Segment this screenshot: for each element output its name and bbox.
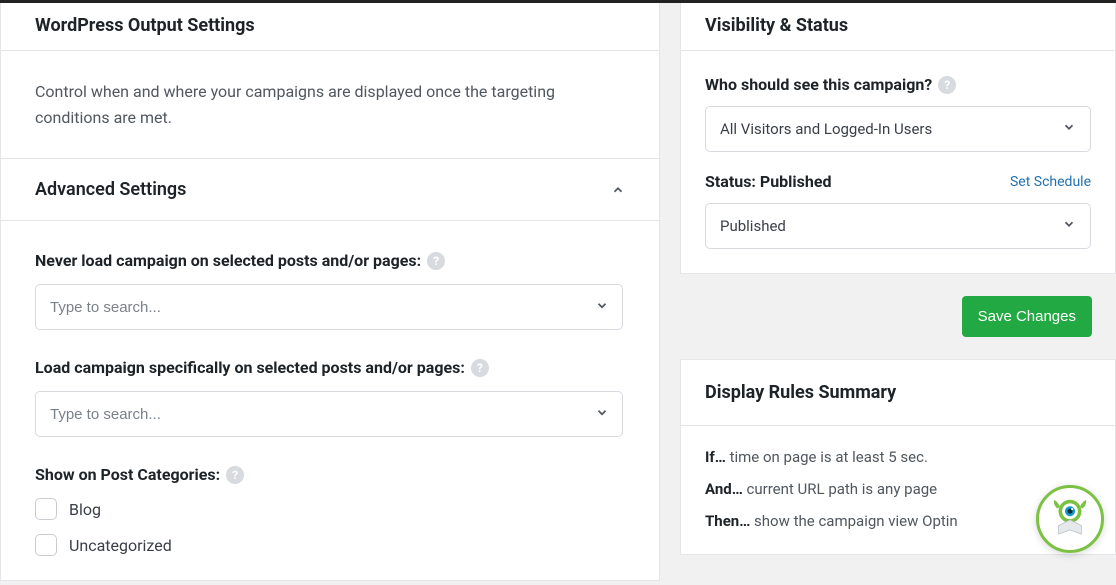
category-checkbox-uncategorized[interactable] — [35, 534, 57, 556]
main-column: WordPress Output Settings Control when a… — [0, 3, 660, 585]
rule-prefix: Then… — [705, 512, 750, 530]
categories-label: Show on Post Categories: — [35, 465, 220, 484]
output-settings-title: WordPress Output Settings — [35, 15, 625, 36]
never-load-input[interactable] — [35, 284, 623, 330]
rule-text: time on page is at least 5 sec. — [726, 448, 928, 466]
categories-field: Show on Post Categories: ? Blog Uncatego… — [35, 465, 625, 556]
status-label: Status: Published — [705, 172, 831, 191]
rules-header: Display Rules Summary — [681, 360, 1115, 426]
rule-line-and: And… current URL path is any page — [705, 480, 1091, 498]
category-label: Blog — [69, 500, 101, 519]
save-bar: Save Changes — [680, 274, 1116, 359]
who-select[interactable]: All Visitors and Logged-In Users — [705, 106, 1091, 152]
category-checkbox-blog[interactable] — [35, 498, 57, 520]
rule-text: current URL path is any page — [743, 480, 937, 498]
load-specific-input[interactable] — [35, 391, 623, 437]
visibility-body: Who should see this campaign? ? All Visi… — [681, 51, 1115, 273]
who-label: Who should see this campaign? — [705, 75, 932, 94]
status-label-row: Status: Published Set Schedule — [705, 172, 1091, 191]
advanced-settings-toggle[interactable]: Advanced Settings — [1, 159, 659, 221]
category-item: Blog — [35, 498, 625, 520]
mascot-icon — [1047, 494, 1093, 544]
never-load-combo[interactable] — [35, 284, 623, 330]
chat-widget-button[interactable] — [1036, 485, 1104, 553]
advanced-settings-body: Never load campaign on selected posts an… — [1, 221, 659, 580]
page-layout: WordPress Output Settings Control when a… — [0, 0, 1116, 585]
visibility-header: Visibility & Status — [681, 3, 1115, 51]
category-label: Uncategorized — [69, 536, 172, 555]
load-specific-combo[interactable] — [35, 391, 623, 437]
who-label-row: Who should see this campaign? ? — [705, 75, 1091, 94]
status-field: Status: Published Set Schedule Published — [705, 172, 1091, 249]
visibility-card: Visibility & Status Who should see this … — [680, 3, 1116, 274]
save-changes-button[interactable]: Save Changes — [962, 296, 1092, 337]
never-load-label: Never load campaign on selected posts an… — [35, 251, 421, 270]
rule-prefix: If… — [705, 448, 726, 466]
rule-prefix: And… — [705, 480, 743, 498]
advanced-settings-title: Advanced Settings — [35, 179, 186, 200]
rule-text: show the campaign view Optin — [750, 512, 957, 530]
chevron-down-icon — [1062, 120, 1076, 138]
load-specific-label: Load campaign specifically on selected p… — [35, 358, 465, 377]
category-item: Uncategorized — [35, 534, 625, 556]
never-load-label-row: Never load campaign on selected posts an… — [35, 251, 625, 270]
chevron-down-icon — [1062, 217, 1076, 235]
chevron-up-icon — [611, 183, 625, 197]
rules-title: Display Rules Summary — [705, 382, 1091, 403]
output-settings-intro: Control when and where your campaigns ar… — [1, 51, 659, 159]
column-gap — [660, 3, 680, 585]
set-schedule-link[interactable]: Set Schedule — [1010, 174, 1091, 190]
status-select-value: Published — [720, 217, 786, 235]
load-specific-field: Load campaign specifically on selected p… — [35, 358, 625, 437]
output-settings-card: WordPress Output Settings Control when a… — [0, 3, 660, 581]
rule-line-if: If… time on page is at least 5 sec. — [705, 448, 1091, 466]
help-icon[interactable]: ? — [427, 252, 445, 270]
help-icon[interactable]: ? — [226, 466, 244, 484]
load-specific-label-row: Load campaign specifically on selected p… — [35, 358, 625, 377]
help-icon[interactable]: ? — [938, 76, 956, 94]
window-top-border — [0, 0, 1116, 3]
who-field: Who should see this campaign? ? All Visi… — [705, 75, 1091, 152]
never-load-field: Never load campaign on selected posts an… — [35, 251, 625, 330]
output-settings-header: WordPress Output Settings — [1, 3, 659, 51]
who-select-value: All Visitors and Logged-In Users — [720, 120, 932, 138]
categories-label-row: Show on Post Categories: ? — [35, 465, 625, 484]
rule-line-then: Then… show the campaign view Optin — [705, 512, 1091, 530]
help-icon[interactable]: ? — [471, 359, 489, 377]
visibility-title: Visibility & Status — [705, 15, 1091, 36]
status-select[interactable]: Published — [705, 203, 1091, 249]
